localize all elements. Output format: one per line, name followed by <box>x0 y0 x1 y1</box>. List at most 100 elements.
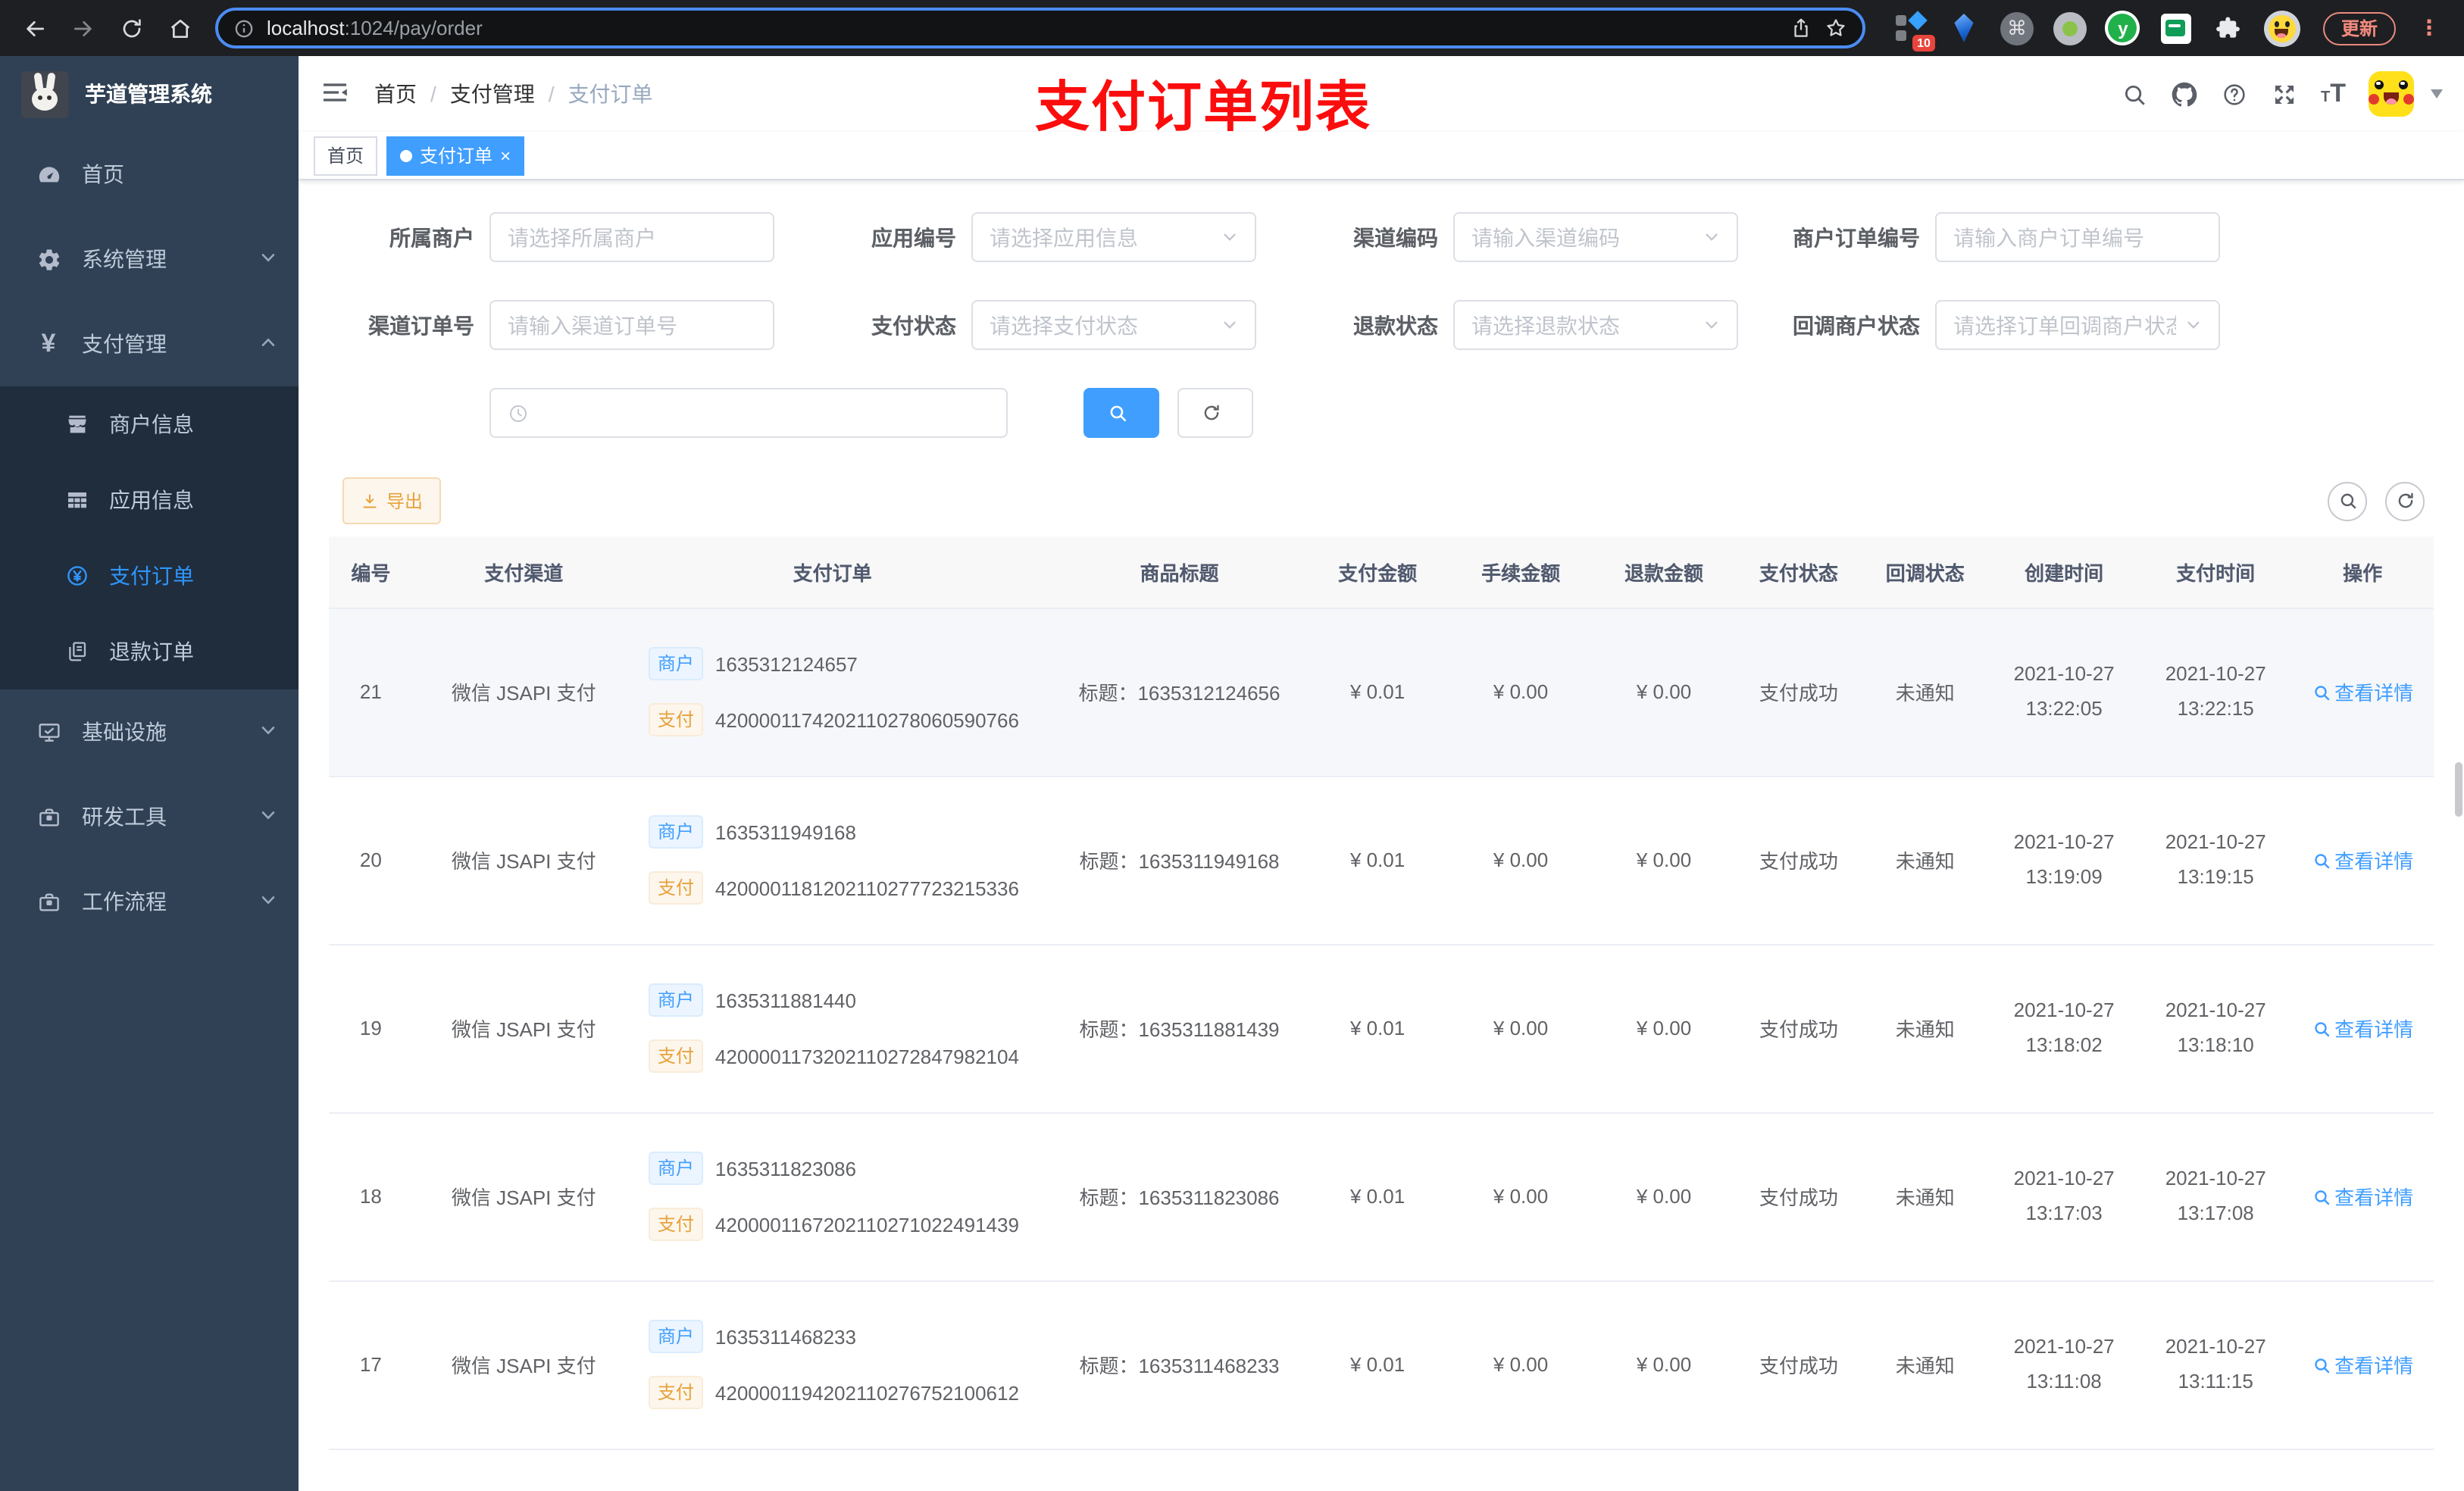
pay-order-no: 4200001173202110272847982104 <box>714 1045 1019 1067</box>
toolbox-icon <box>30 804 67 830</box>
site-info-icon[interactable] <box>233 17 255 39</box>
refund-amount-cell: ¥ 0.00 <box>1592 608 1736 777</box>
sidebar-item-monitor[interactable]: 基础设施 <box>0 689 299 774</box>
toggle-search-icon[interactable] <box>2328 481 2367 520</box>
chevron-down-icon <box>259 720 277 744</box>
breadcrumb-pay-management[interactable]: 支付管理 <box>450 79 535 109</box>
extension-record-icon[interactable] <box>2052 10 2088 46</box>
extension-y-icon[interactable]: y <box>2105 10 2141 46</box>
order-id-cell <box>329 1449 436 1491</box>
user-avatar[interactable] <box>2369 71 2414 117</box>
font-size-icon[interactable]: TT <box>2321 79 2346 109</box>
help-icon[interactable] <box>2221 80 2248 108</box>
extensions-strip: 10 ⌘ y 更新 ⋮ <box>1887 10 2449 51</box>
close-tab-icon[interactable]: × <box>500 146 511 164</box>
share-icon[interactable] <box>1790 17 1812 39</box>
address-bar[interactable]: localhost:1024/pay/order <box>215 8 1865 48</box>
filter-input[interactable]: 请输入渠道订单号 <box>489 300 774 350</box>
pay-order-no: 4200001167202110271022491439 <box>714 1213 1019 1236</box>
browser-menu-icon[interactable]: ⋮ <box>2416 15 2443 41</box>
sidebar-item-toolbox[interactable]: 研发工具 <box>0 774 299 859</box>
action-cell: 查看详情 <box>2291 608 2434 777</box>
sidebar-item-documents[interactable]: 退款订单 <box>0 614 299 689</box>
extensions-puzzle-icon[interactable] <box>2211 10 2247 46</box>
merchant-order-no: 1635312124657 <box>714 652 858 675</box>
column-header: 创建时间 <box>1988 536 2140 608</box>
profile-avatar-icon[interactable] <box>2263 10 2300 46</box>
sidebar-item-grid[interactable]: 应用信息 <box>0 462 299 538</box>
navbar-actions: TT <box>2121 71 2443 117</box>
header-search-icon[interactable] <box>2121 80 2148 108</box>
view-detail-link[interactable]: 查看详情 <box>2312 1182 2413 1211</box>
fee-amount-cell: ¥ 0.00 <box>1449 608 1593 777</box>
table-row: 21 微信 JSAPI 支付 商户 1635312124657 支付 4200001174… <box>329 608 2434 777</box>
reset-button[interactable] <box>1177 388 1253 438</box>
pay-channel-cell: 微信 JSAPI 支付 <box>435 776 612 945</box>
sidebar-item-yen-circle[interactable]: 支付订单 <box>0 538 299 614</box>
export-button[interactable]: 导出 <box>342 477 442 524</box>
github-icon[interactable] <box>2171 80 2198 108</box>
paid-time-cell: 2021-10-27 13:11:15 <box>2140 1280 2292 1449</box>
extension-gem-icon[interactable] <box>1946 10 1982 46</box>
action-cell: 查看详情 <box>2291 944 2434 1113</box>
filter-input[interactable]: 请选择所属商户 <box>489 212 774 262</box>
window-scrollbar[interactable] <box>2455 762 2462 817</box>
clock-icon <box>508 402 529 424</box>
filter-select[interactable]: 请选择支付状态 <box>971 300 1256 350</box>
filter-label: 回调商户状态 <box>1793 313 1920 337</box>
view-detail-link[interactable]: 查看详情 <box>2312 677 2413 706</box>
sidebar-item-dashboard[interactable]: 首页 <box>0 132 299 217</box>
sidebar-item-shop[interactable]: 商户信息 <box>0 386 299 462</box>
notify-status-cell <box>1862 1449 1989 1491</box>
browser-back-icon[interactable] <box>15 8 55 48</box>
app-logo[interactable]: 芋道管理系统 <box>0 56 299 132</box>
pay-status-cell: 支付成功 <box>1735 1112 1862 1281</box>
created-time-cell: 2021-10-27 13:17:03 <box>1988 1112 2140 1281</box>
sidebar-item-gear[interactable]: 系统管理 <box>0 217 299 302</box>
sidebar-item-toolbox[interactable]: 工作流程 <box>0 859 299 944</box>
bookmark-star-icon[interactable] <box>1825 17 1847 39</box>
browser-reload-icon[interactable] <box>112 8 152 48</box>
browser-update-button[interactable]: 更新 <box>2322 11 2396 45</box>
sidebar-toggle-icon[interactable] <box>320 77 353 111</box>
chevron-down-icon <box>259 889 277 914</box>
user-menu-caret-icon[interactable] <box>2431 89 2443 98</box>
filter-select[interactable]: 请选择退款状态 <box>1453 300 1738 350</box>
extension-command-icon[interactable]: ⌘ <box>1999 10 2035 46</box>
filter-input[interactable]: 请输入商户订单编号 <box>1935 212 2220 262</box>
extension-chat-icon[interactable] <box>2158 10 2194 46</box>
extension-pieces-icon[interactable]: 10 <box>1893 10 1935 51</box>
filter-select[interactable]: 请选择订单回调商户状态 <box>1935 300 2220 350</box>
sidebar-item-yen[interactable]: ¥ 支付管理 <box>0 302 299 386</box>
product-title-cell: 标题：1635311949168 <box>1052 776 1306 945</box>
date-range-input[interactable] <box>489 388 1008 438</box>
browser-forward-icon[interactable] <box>64 8 103 48</box>
fullscreen-icon[interactable] <box>2271 80 2298 108</box>
view-detail-link[interactable]: 查看详情 <box>2312 1350 2413 1379</box>
tab-home[interactable]: 首页 <box>314 136 378 175</box>
filter-select[interactable]: 请选择应用信息 <box>971 212 1256 262</box>
tags-view-bar: 首页 支付订单 × <box>299 132 2464 180</box>
filter-label: 商户订单编号 <box>1793 225 1920 249</box>
orders-table-wrap: 编号 支付渠道 支付订单 商品标题 支付金额 手续金额 退款金额 支付状态 回调状态 创建时间 支付… <box>329 536 2434 1491</box>
order-id-cell: 20 <box>329 776 436 945</box>
column-header: 退款金额 <box>1592 536 1736 608</box>
orders-table: 编号 支付渠道 支付订单 商品标题 支付金额 手续金额 退款金额 支付状态 回调状态 创建时间 支付… <box>329 536 2434 1491</box>
view-detail-link[interactable]: 查看详情 <box>2312 1014 2413 1042</box>
sidebar-item-label: 工作流程 <box>82 889 167 914</box>
chevron-down-icon <box>259 247 277 271</box>
tab-pay-order[interactable]: 支付订单 × <box>386 136 525 175</box>
filter-select[interactable]: 请输入渠道编码 <box>1453 212 1738 262</box>
action-cell: 查看详情 <box>2291 1112 2434 1281</box>
view-detail-link[interactable]: 查看详情 <box>2312 846 2413 874</box>
filter-item: 应用编号 请选择应用信息 <box>811 212 1256 262</box>
column-header: 商品标题 <box>1052 536 1306 608</box>
breadcrumb-home[interactable]: 首页 <box>374 79 417 109</box>
magnifier-icon <box>2312 851 2330 869</box>
pay-amount-cell: ¥ 0.01 <box>1305 944 1449 1113</box>
top-navbar: 首页 / 支付管理 / 支付订单 T T <box>299 56 2464 132</box>
refresh-table-icon[interactable] <box>2385 481 2425 520</box>
created-time-cell: 2021-10-27 13:18:02 <box>1988 944 2140 1113</box>
search-button[interactable] <box>1083 388 1159 438</box>
browser-home-icon[interactable] <box>161 8 200 48</box>
